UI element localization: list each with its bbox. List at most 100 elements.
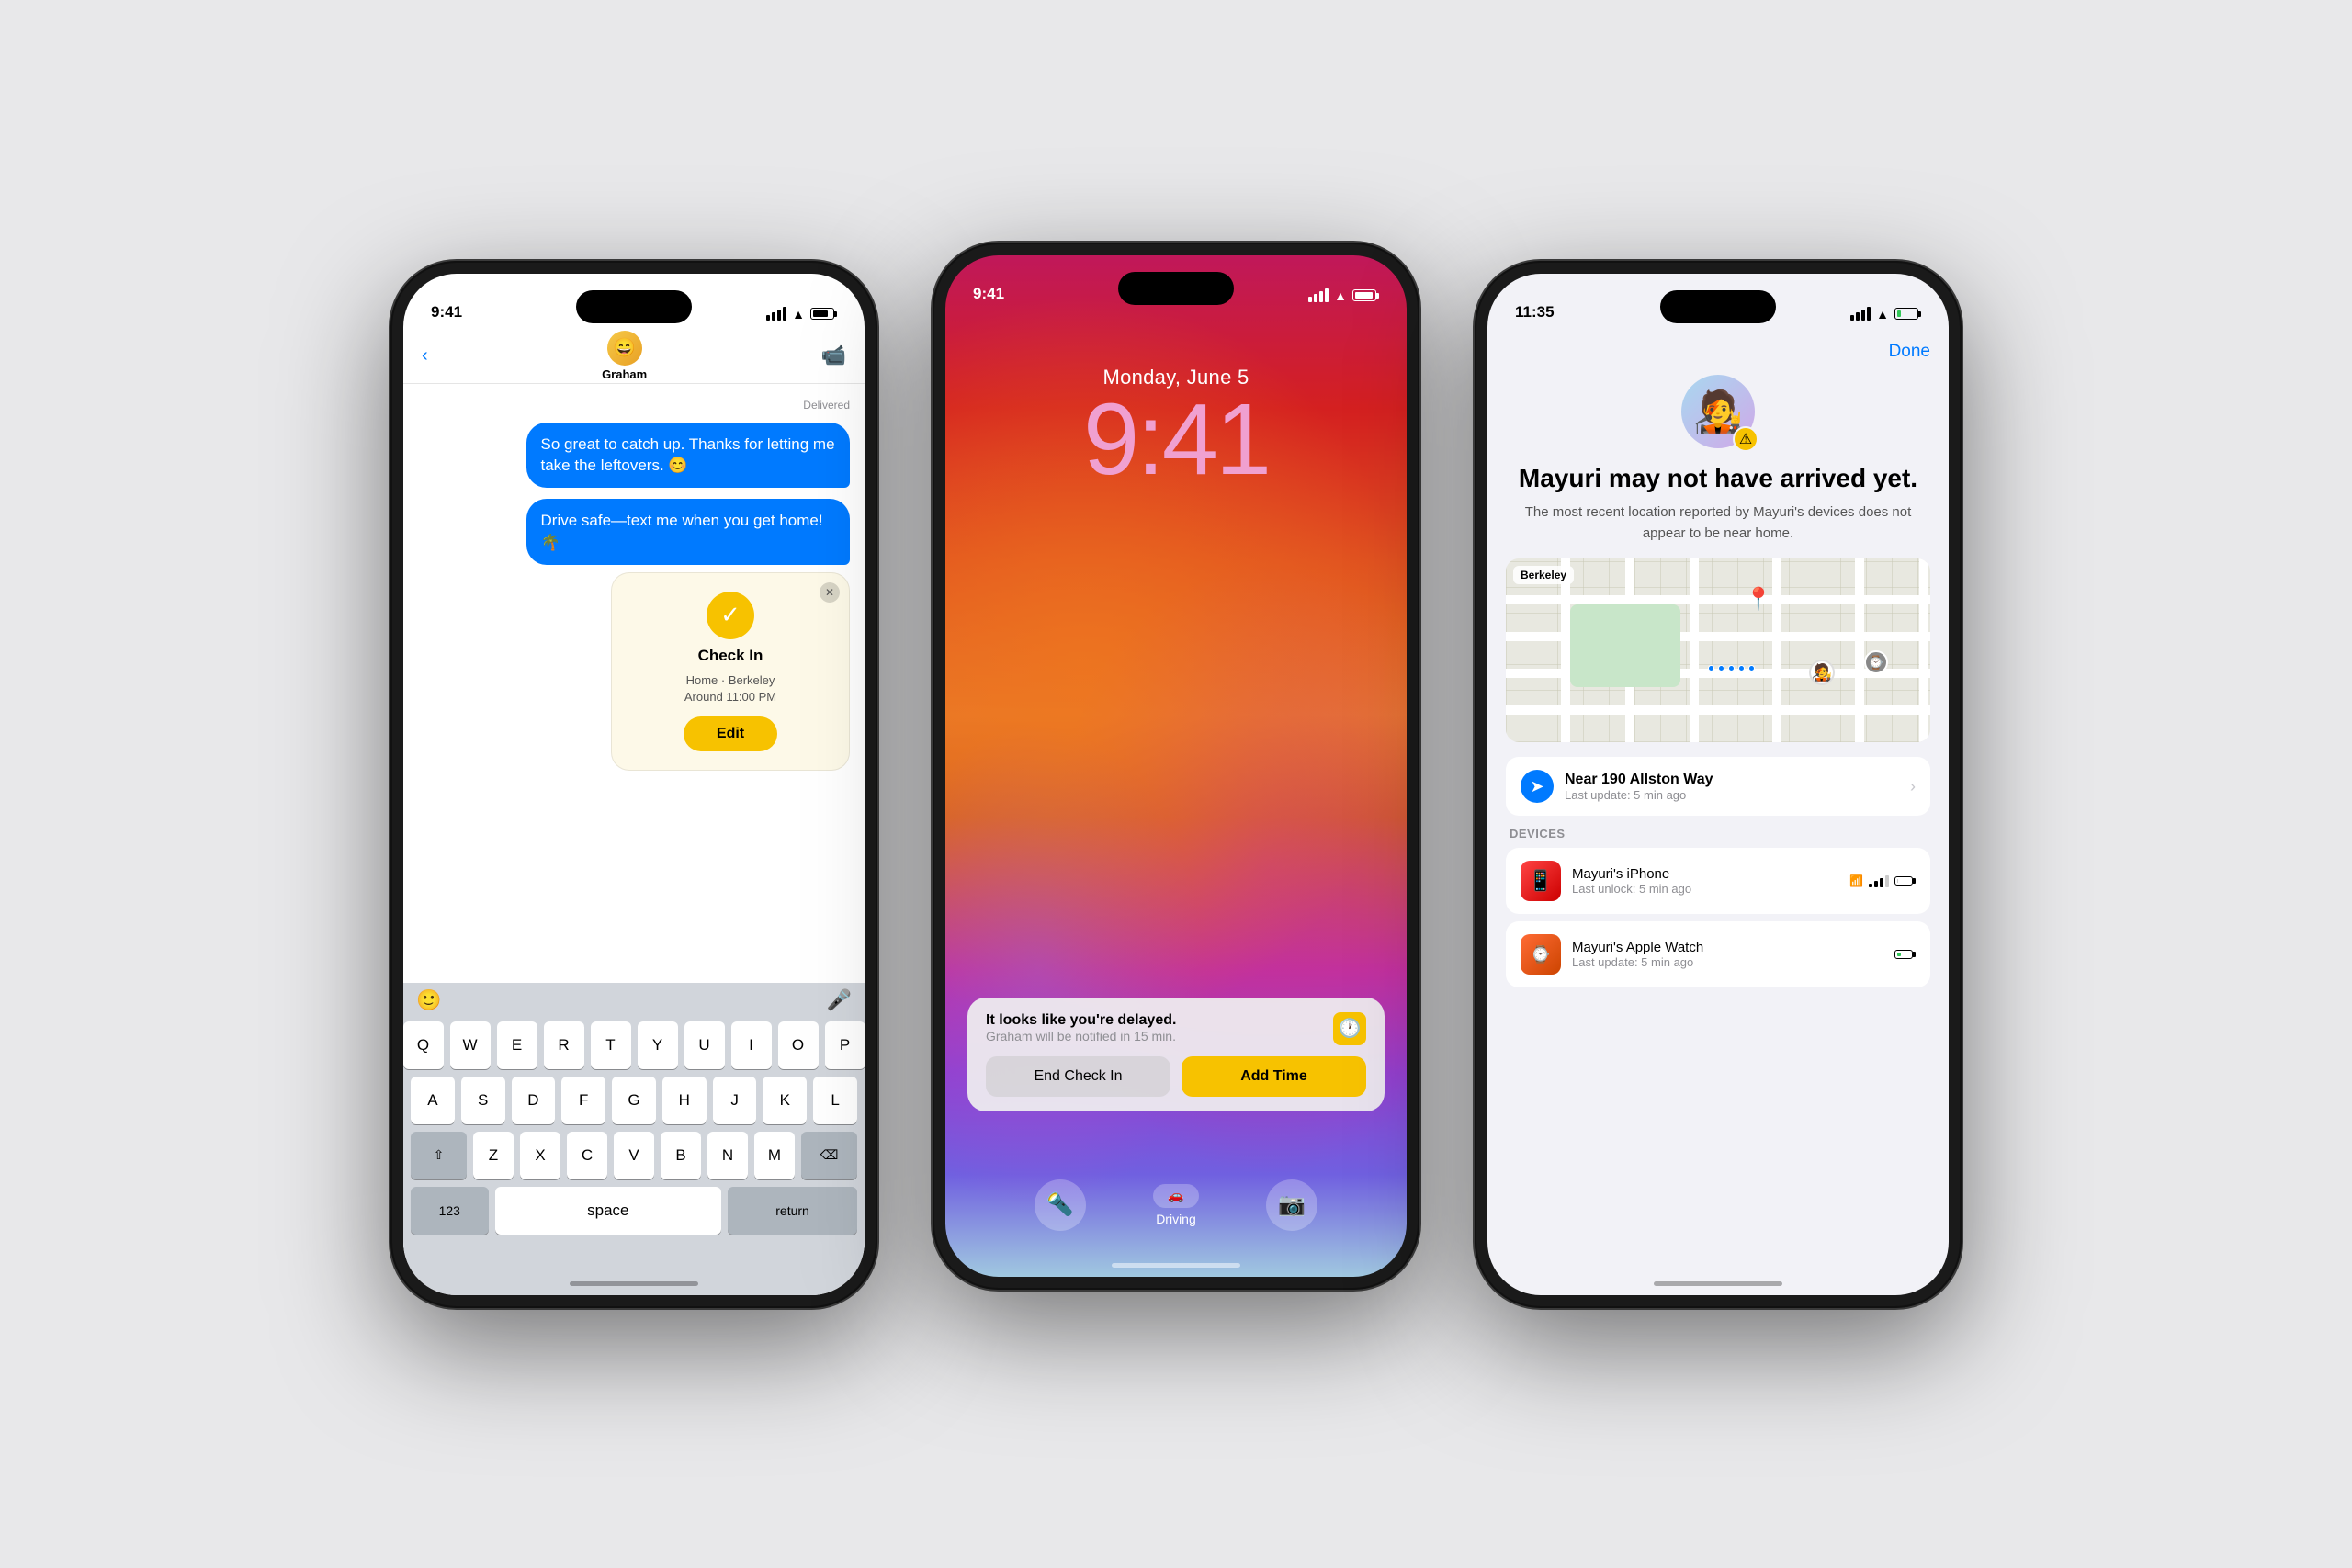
key-j[interactable]: J [713, 1077, 757, 1124]
location-name: Near 190 Allston Way [1565, 772, 1713, 788]
key-c[interactable]: C [567, 1132, 607, 1179]
camera-button[interactable]: 📷 [1266, 1179, 1317, 1231]
key-s[interactable]: S [461, 1077, 505, 1124]
key-e[interactable]: E [497, 1021, 537, 1069]
keyboard: 🙂 🎤 Q W E R T Y U I O P [403, 983, 865, 1295]
home-indicator-1 [570, 1281, 698, 1286]
iphone-name: Mayuri's iPhone [1572, 866, 1838, 882]
key-numbers[interactable]: 123 [411, 1187, 489, 1235]
video-call-button[interactable]: 📹 [821, 344, 846, 367]
checkin-avatar-area: 🧑‍🎤 ⚠ [1506, 375, 1930, 448]
lock-bottom-bar: 🔦 🚗 Driving 📷 [945, 1179, 1407, 1231]
driving-indicator: 🚗 Driving [1153, 1184, 1199, 1226]
key-r[interactable]: R [544, 1021, 584, 1069]
phone-lockscreen: 9:41 ▲ [933, 243, 1419, 1290]
watch-icon: ⌚ [1521, 934, 1561, 975]
key-a[interactable]: A [411, 1077, 455, 1124]
add-time-button[interactable]: Add Time [1182, 1056, 1366, 1097]
key-d[interactable]: D [512, 1077, 556, 1124]
key-space[interactable]: space [495, 1187, 722, 1235]
key-i[interactable]: I [731, 1021, 772, 1069]
battery-icon-3 [1894, 308, 1921, 320]
end-check-in-button[interactable]: End Check In [986, 1056, 1170, 1097]
wifi-status-icon: 📶 [1849, 874, 1863, 887]
key-h[interactable]: H [662, 1077, 707, 1124]
location-card[interactable]: ➤ Near 190 Allston Way Last update: 5 mi… [1506, 757, 1930, 816]
key-b[interactable]: B [661, 1132, 701, 1179]
key-l[interactable]: L [813, 1077, 857, 1124]
key-k[interactable]: K [763, 1077, 807, 1124]
location-last-update: Last update: 5 min ago [1565, 788, 1713, 802]
other-location-marker: ⌚ [1864, 650, 1888, 674]
wifi-icon-3: ▲ [1876, 307, 1889, 321]
wifi-icon-2: ▲ [1334, 288, 1347, 303]
map-view: 📍 🧑‍🎤 ⌚ [1506, 558, 1930, 742]
battery-icon-1 [810, 308, 837, 320]
key-w[interactable]: W [450, 1021, 491, 1069]
emoji-button[interactable]: 🙂 [416, 988, 441, 1012]
back-button[interactable]: ‹ [422, 345, 428, 367]
check-in-close-button[interactable]: ✕ [820, 582, 840, 603]
location-icon: ➤ [1521, 770, 1554, 803]
flashlight-button[interactable]: 🔦 [1035, 1179, 1086, 1231]
lock-time-area: Monday, June 5 9:41 [945, 366, 1407, 491]
key-delete[interactable]: ⌫ [801, 1132, 857, 1179]
map-pin-red: 📍 [1745, 586, 1772, 613]
route-trail [1708, 665, 1755, 671]
key-t[interactable]: T [591, 1021, 631, 1069]
chevron-right-icon: › [1910, 777, 1916, 796]
key-u[interactable]: U [684, 1021, 725, 1069]
signal-icon-2 [1308, 288, 1329, 302]
status-icons-1: ▲ [766, 307, 837, 321]
message-bubble-1: So great to catch up. Thanks for letting… [526, 423, 851, 489]
key-m[interactable]: M [754, 1132, 795, 1179]
status-time-1: 9:41 [431, 303, 462, 321]
keyboard-row-1: Q W E R T Y U I O P [403, 1014, 865, 1069]
key-return[interactable]: return [728, 1187, 857, 1235]
keyboard-row-2: A S D F G H J K L [403, 1069, 865, 1124]
iphone-icon: 📱 [1521, 861, 1561, 901]
key-shift[interactable]: ⇧ [411, 1132, 467, 1179]
notif-icon: 🕐 [1333, 1012, 1366, 1045]
iphone-last-seen: Last unlock: 5 min ago [1572, 882, 1838, 896]
contact-name: Graham [602, 367, 647, 381]
status-time-2: 9:41 [973, 285, 1004, 303]
messages-header: ‹ 😄 Graham 📹 [403, 329, 865, 384]
notif-subtitle: Graham will be notified in 15 min. [986, 1029, 1176, 1043]
contact-info: 😄 Graham [602, 331, 647, 381]
check-in-title: Check In [698, 647, 763, 665]
key-x[interactable]: X [520, 1132, 560, 1179]
checkin-description: The most recent location reported by May… [1506, 502, 1930, 544]
message-bubble-2: Drive safe—text me when you get home! 🌴 [526, 499, 851, 565]
cell-signal-icon [1869, 874, 1889, 887]
status-icons-3: ▲ [1850, 307, 1921, 321]
devices-section: DEVICES 📱 Mayuri's iPhone Last unlock: 5… [1506, 827, 1930, 987]
checkin-body: 🧑‍🎤 ⚠ Mayuri may not have arrived yet. T… [1487, 375, 1949, 996]
key-n[interactable]: N [707, 1132, 748, 1179]
done-button[interactable]: Done [1889, 342, 1930, 362]
home-indicator-2 [1112, 1263, 1240, 1268]
watch-status [1894, 950, 1916, 959]
key-p[interactable]: P [825, 1021, 865, 1069]
key-v[interactable]: V [614, 1132, 654, 1179]
key-o[interactable]: O [778, 1021, 819, 1069]
key-g[interactable]: G [612, 1077, 656, 1124]
keyboard-row-3: ⇧ Z X C V B N M ⌫ [403, 1124, 865, 1179]
key-f[interactable]: F [561, 1077, 605, 1124]
driving-label: Driving [1156, 1212, 1196, 1226]
warning-badge: ⚠ [1733, 426, 1758, 452]
key-q[interactable]: Q [403, 1021, 444, 1069]
notif-actions: End Check In Add Time [986, 1056, 1366, 1097]
key-z[interactable]: Z [473, 1132, 514, 1179]
checkin-header: Done [1487, 329, 1949, 375]
notif-title: It looks like you're delayed. [986, 1012, 1176, 1029]
map-label-berkeley: Berkeley [1513, 566, 1574, 584]
signal-icon-3 [1850, 307, 1871, 321]
key-y[interactable]: Y [638, 1021, 678, 1069]
check-in-details: Home · Berkeley Around 11:00 PM [684, 672, 776, 705]
status-icons-2: ▲ [1308, 288, 1379, 303]
mic-button[interactable]: 🎤 [827, 988, 852, 1012]
watch-last-seen: Last update: 5 min ago [1572, 955, 1883, 969]
edit-button[interactable]: Edit [684, 716, 777, 751]
check-icon: ✓ [707, 592, 754, 639]
